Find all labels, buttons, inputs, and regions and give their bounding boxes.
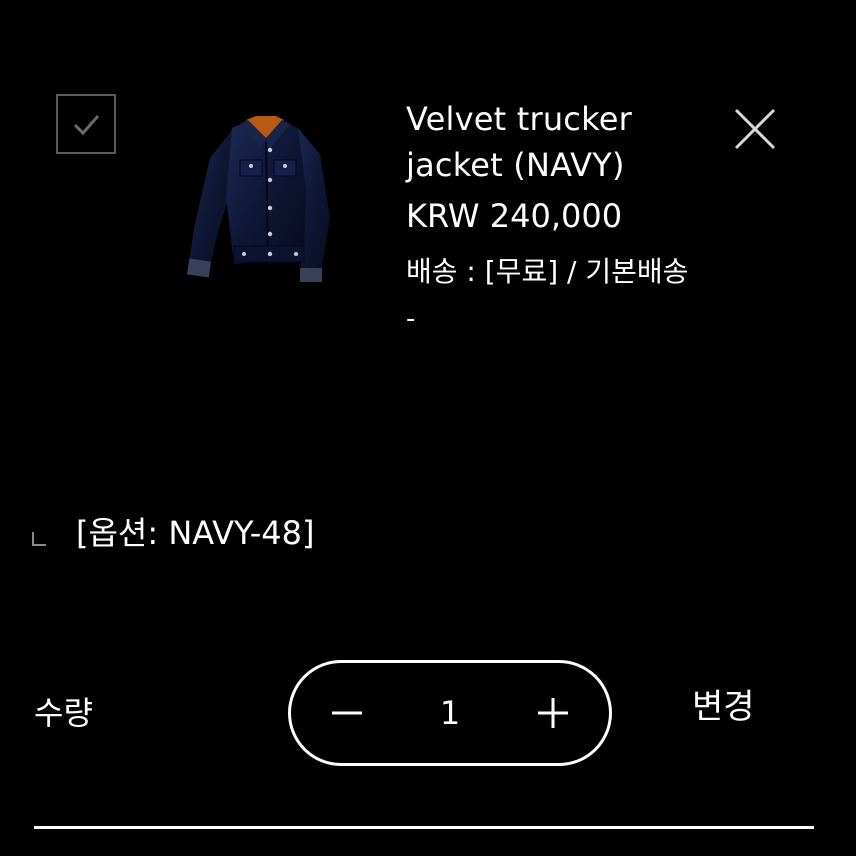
quantity-value[interactable]: 1 <box>409 663 491 763</box>
plus-icon <box>538 698 568 728</box>
check-icon <box>73 115 100 136</box>
increase-quantity-button[interactable] <box>513 663 593 763</box>
product-name[interactable]: Velvet trucker jacket (NAVY) <box>406 96 706 188</box>
quantity-stepper: 1 <box>288 660 612 766</box>
extra-info: - <box>406 304 416 334</box>
remove-item-button[interactable] <box>732 106 778 152</box>
product-price: KRW 240,000 <box>406 197 623 235</box>
velvet-trucker-jacket-image <box>186 116 330 282</box>
decrease-quantity-button[interactable] <box>307 663 387 763</box>
product-name-line1[interactable]: Velvet trucker <box>406 96 706 142</box>
divider <box>34 826 814 829</box>
sub-item-corner-icon <box>32 532 46 546</box>
product-thumbnail[interactable] <box>180 108 350 293</box>
option-text: [옵션: NAVY-48] <box>76 514 315 552</box>
minus-icon <box>332 711 362 715</box>
change-quantity-button[interactable]: 변경 <box>692 684 755 730</box>
product-name-line2[interactable]: jacket (NAVY) <box>406 142 706 188</box>
shipping-info: 배송 : [무료] / 기본배송 <box>406 255 689 288</box>
item-select-checkbox[interactable] <box>56 94 116 154</box>
product-info: Velvet trucker jacket (NAVY) KRW 240,000… <box>406 96 706 334</box>
quantity-label: 수량 <box>34 694 93 732</box>
option-row: [옵션: NAVY-48] <box>32 510 315 556</box>
close-icon <box>734 108 776 150</box>
